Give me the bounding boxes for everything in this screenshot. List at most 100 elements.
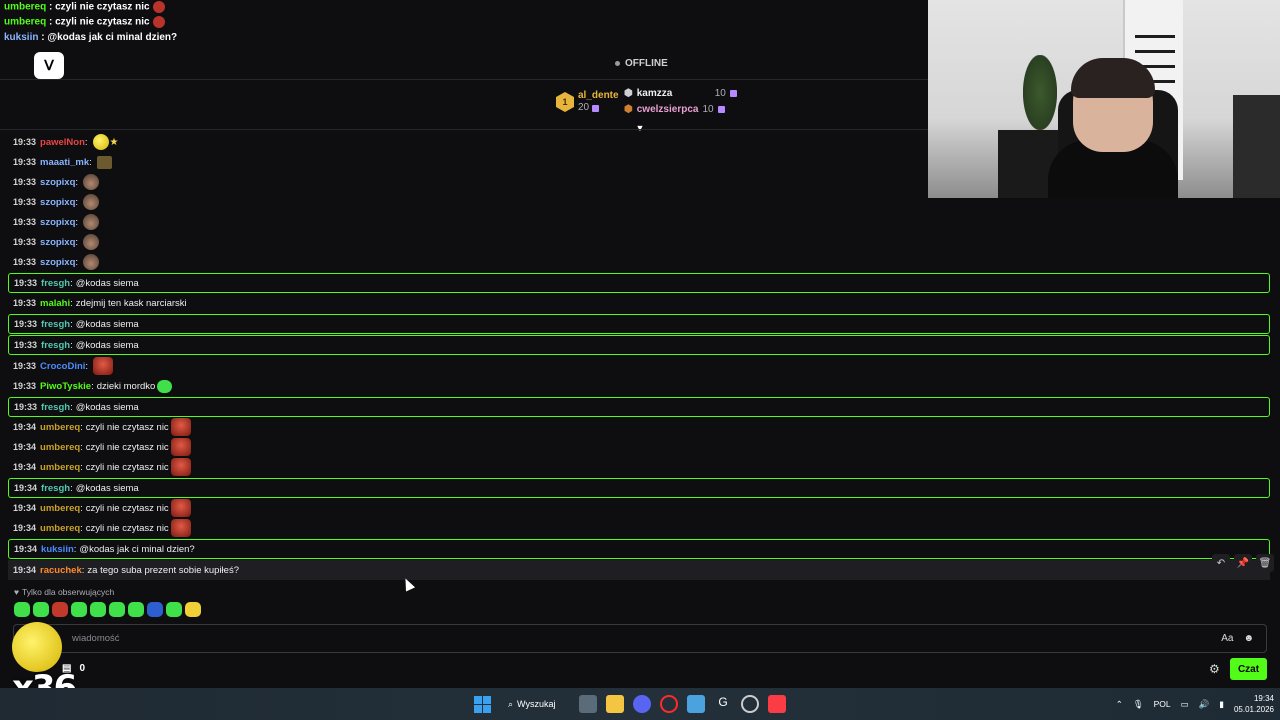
message-username[interactable]: szopixq (40, 237, 75, 248)
chat-message[interactable]: 19:33 szopixq: (8, 212, 1270, 232)
message-username[interactable]: racuchek (40, 565, 82, 576)
settings-gear-icon[interactable]: ⚙ (1209, 662, 1220, 676)
overlay-message: : @kodas jak ci minal dzien? (38, 32, 178, 43)
chat-message[interactable]: 19:33 szopixq: (8, 232, 1270, 252)
message-username[interactable]: fresgh (41, 483, 70, 494)
message-username[interactable]: umbereq (40, 523, 80, 534)
message-username[interactable]: umbereq (40, 462, 80, 473)
chat-send-button[interactable]: Czat (1230, 658, 1267, 680)
delete-icon[interactable]: 🗑 (1256, 554, 1274, 572)
leaderboard-entry[interactable]: ⬢ cwelzsierpca 10 (624, 104, 725, 115)
chat-message[interactable]: 19:34 umbereq: czyli nie czytasz nic (8, 417, 1270, 437)
message-username[interactable]: umbereq (40, 503, 80, 514)
music-icon[interactable] (768, 695, 786, 713)
emote-icon[interactable] (185, 602, 201, 617)
message-text: dzieki mordko (96, 380, 156, 392)
message-colon: : (84, 136, 88, 148)
display-icon[interactable]: ▭ (1181, 699, 1189, 710)
emote-icon[interactable] (166, 602, 182, 617)
smile-emote-icon (12, 622, 62, 672)
message-username[interactable]: pawelNon (40, 137, 85, 148)
chat-message[interactable]: 19:34 umbereq: czyli nie czytasz nic (8, 518, 1270, 538)
leaderboard-first[interactable]: 1 al_dente 20 (556, 90, 619, 114)
chat-message[interactable]: 19:33 szopixq: (8, 172, 1270, 192)
emote-icon[interactable] (71, 602, 87, 617)
app-icon[interactable]: G (714, 695, 732, 713)
file-explorer-icon[interactable] (606, 695, 624, 713)
leader-name: cwelzsierpca (636, 104, 699, 115)
translate-icon[interactable]: Aa (1221, 633, 1233, 644)
followers-only-label: Tylko dla obserwujących (22, 587, 115, 597)
message-colon: : (80, 441, 83, 453)
windows-start-icon[interactable] (474, 695, 491, 713)
pin-icon[interactable]: 📌 (1234, 554, 1252, 572)
chat-message[interactable]: 19:33 pawelNon: ★ (8, 132, 1270, 152)
notepad-icon[interactable] (687, 695, 705, 713)
chat-message[interactable]: 19:34 fresgh: @kodas siema (8, 478, 1270, 498)
message-username[interactable]: szopixq (40, 257, 75, 268)
emote-icon[interactable] (147, 602, 163, 617)
taskbar-search[interactable]: ⌕ Wyszukaj (500, 695, 570, 713)
chat-message[interactable]: 19:33 fresgh: @kodas siema (8, 273, 1270, 293)
kick-logo-icon[interactable]: ⴸ (34, 52, 64, 79)
gift-icon (592, 104, 600, 112)
reply-icon[interactable]: ↶ (1212, 554, 1230, 572)
leaderboard-entry[interactable]: ⬢ kamzza 10 (624, 88, 737, 99)
chat-message[interactable]: 19:33 malahi: zdejmij ten kask narciarski (8, 293, 1270, 313)
status-label: OFFLINE (625, 58, 668, 69)
emoji-icon[interactable]: ☻ (1243, 633, 1254, 644)
message-username[interactable]: maaati_mk (40, 157, 89, 168)
cowboy-emote-icon (83, 194, 100, 210)
chat-message[interactable]: 19:33 szopixq: (8, 252, 1270, 272)
chat-message[interactable]: 19:34 umbereq: czyli nie czytasz nic (8, 457, 1270, 477)
microphone-icon[interactable]: 🎙 (1133, 699, 1144, 710)
chrome-icon[interactable] (741, 695, 759, 713)
leader-name: al_dente (578, 90, 619, 101)
chat-message[interactable]: 19:33 CrocoDini: (8, 356, 1270, 376)
battery-icon[interactable]: ▮ (1219, 699, 1224, 710)
chat-message[interactable]: 19:34 kuksiin: @kodas jak ci minal dzien? (8, 539, 1270, 559)
emote-icon[interactable] (128, 602, 144, 617)
clock[interactable]: 19:34 05.01.2026 (1234, 693, 1274, 715)
message-username[interactable]: fresgh (41, 402, 70, 413)
emote-icon[interactable] (33, 602, 49, 617)
opera-icon[interactable] (660, 695, 678, 713)
chat-message[interactable]: 19:34 umbereq: czyli nie czytasz nic (8, 437, 1270, 457)
chat-message[interactable]: 19:34 umbereq: czyli nie czytasz nic (8, 498, 1270, 518)
language-indicator[interactable]: POL (1154, 699, 1171, 709)
message-username[interactable]: CrocoDini (40, 361, 85, 372)
chat-message[interactable]: 19:33 fresgh: @kodas siema (8, 335, 1270, 355)
chat-input[interactable]: wiadomość Aa ☻ (13, 624, 1267, 653)
message-username[interactable]: umbereq (40, 442, 80, 453)
message-username[interactable]: szopixq (40, 197, 75, 208)
chat-message[interactable]: 19:34 racuchek: za tego suba prezent sobie… (8, 560, 1270, 580)
message-username[interactable]: szopixq (40, 177, 75, 188)
message-username[interactable]: malahi (40, 298, 70, 309)
chat-message[interactable]: 19:33 fresgh: @kodas siema (8, 397, 1270, 417)
cowboy-emote-icon (83, 214, 100, 230)
emote-icon[interactable] (52, 602, 68, 617)
chat-message[interactable]: 19:33 szopixq: (8, 192, 1270, 212)
divider (0, 129, 928, 130)
points-counter[interactable]: ▤ 0 (62, 663, 85, 674)
tray-chevron-icon[interactable]: ⌃ (1116, 699, 1123, 710)
message-username[interactable]: fresgh (41, 340, 70, 351)
message-username[interactable]: szopixq (40, 217, 75, 228)
chat-message[interactable]: 19:33 maaati_mk: (8, 152, 1270, 172)
chat-message[interactable]: 19:33 fresgh: @kodas siema (8, 314, 1270, 334)
task-view-icon[interactable] (579, 695, 597, 713)
emote-icon[interactable] (109, 602, 125, 617)
discord-icon[interactable] (633, 695, 651, 713)
stream-status: OFFLINE (615, 58, 668, 69)
chat-message[interactable]: 19:33 PiwoTyskie: dzieki mordko (8, 376, 1270, 396)
message-username[interactable]: fresgh (41, 278, 70, 289)
message-username[interactable]: umbereq (40, 422, 80, 433)
collapse-icon[interactable]: ▼ (635, 124, 645, 133)
message-username[interactable]: fresgh (41, 319, 70, 330)
clock-date: 05.01.2026 (1233, 705, 1274, 714)
volume-icon[interactable]: 🔊 (1199, 699, 1210, 710)
message-username[interactable]: kuksiin (41, 544, 74, 555)
message-username[interactable]: PiwoTyskie (40, 381, 91, 392)
emote-icon[interactable] (14, 602, 30, 617)
emote-icon[interactable] (90, 602, 106, 617)
